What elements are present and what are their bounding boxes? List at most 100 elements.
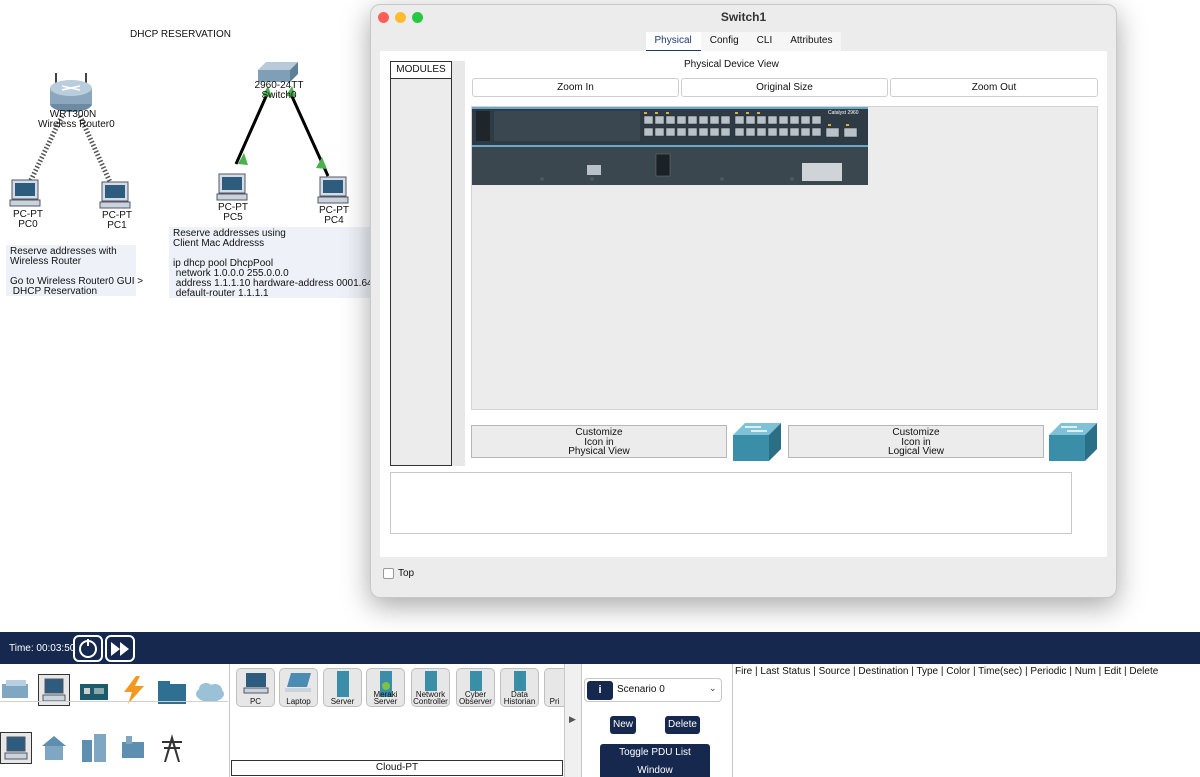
multiuser-icon[interactable] (194, 676, 226, 708)
fast-forward-button[interactable] (105, 635, 135, 662)
device-meraki-label: Meraki Server (373, 690, 398, 706)
switch-chassis-image (472, 107, 868, 185)
switch-label: 2960-24TT Switch0 (244, 81, 314, 101)
col-source[interactable]: Source (819, 666, 851, 677)
window-title: Switch1 (720, 10, 767, 24)
tab-cli[interactable]: CLI (747, 32, 782, 53)
chevron-right-icon: ▶ (569, 714, 576, 724)
switch-icon[interactable] (731, 421, 783, 465)
device-network-controller[interactable]: Network Controller (411, 668, 450, 707)
pc4-label: PC-PT PC4 (312, 206, 356, 226)
miscellaneous-icon[interactable] (156, 676, 188, 708)
col-delete[interactable]: Delete (1129, 666, 1158, 677)
server-icon (337, 671, 349, 697)
col-color[interactable]: Color (946, 666, 970, 677)
module-description-box (390, 472, 1072, 534)
device-cyber-observer[interactable]: Cyber Observer (456, 668, 495, 707)
modules-header: MODULES (391, 62, 451, 79)
pc0-name: PC0 (18, 219, 38, 230)
time-display: Time: 00:03:50 (9, 643, 76, 654)
zoom-out-button[interactable]: Zoom Out (890, 78, 1098, 97)
tab-physical[interactable]: Physical (645, 32, 701, 53)
network-controller-icon (425, 671, 437, 691)
pc0-label: PC-PT PC0 (6, 210, 50, 230)
data-historian-icon (514, 671, 526, 691)
power-grid-icon[interactable] (156, 732, 188, 764)
scenario-select[interactable]: i Scenario 0 ⌄ (584, 678, 722, 702)
info-icon[interactable]: i (587, 681, 613, 700)
router-label: WRT300N Wireless Router0 (38, 110, 115, 130)
delete-scenario-button[interactable]: Delete (665, 716, 700, 734)
device-laptop[interactable]: Laptop (279, 668, 318, 707)
tray-collapse-handle[interactable]: ▶ (564, 664, 582, 777)
device-network-controller-label: Network Controller (413, 690, 448, 706)
tray-divider (0, 701, 228, 702)
tab-attributes[interactable]: Attributes (781, 32, 842, 53)
new-scenario-button[interactable]: New (610, 716, 636, 734)
device-meraki-server[interactable]: Meraki Server (366, 668, 405, 707)
switch-icon[interactable] (258, 62, 298, 82)
original-size-button[interactable]: Original Size (681, 78, 888, 97)
laptop-icon (285, 673, 311, 692)
modules-scrollbar[interactable] (452, 61, 465, 466)
col-num[interactable]: Num (1075, 666, 1096, 677)
col-time[interactable]: Time(sec) (978, 666, 1022, 677)
industrial-icon[interactable] (118, 732, 150, 764)
note-wireless-reservation[interactable]: Reserve addresses with Wireless Router G… (6, 245, 143, 297)
pc-icon[interactable] (317, 176, 349, 204)
pc5-label: PC-PT PC5 (211, 203, 255, 223)
device-server-label: Server (330, 697, 355, 706)
col-fire[interactable]: Fire (735, 666, 752, 677)
components-icon[interactable] (78, 676, 110, 708)
top-checkbox[interactable] (383, 568, 394, 579)
physical-view-title: Physical Device View (684, 59, 779, 70)
device-laptop-label: Laptop (286, 697, 311, 706)
switch-icon[interactable] (1047, 421, 1099, 465)
power-cycle-button[interactable] (73, 635, 103, 662)
cyber-observer-icon (470, 671, 482, 691)
router-icon[interactable] (50, 73, 92, 112)
device-data-historian[interactable]: Data Historian (500, 668, 539, 707)
device-data-historian-label: Data Historian (503, 690, 536, 706)
pc-category-icon[interactable] (0, 732, 32, 764)
pc-icon[interactable] (99, 181, 131, 209)
device-pc-label: PC (249, 697, 262, 706)
toggle-pdu-button[interactable]: Toggle PDU List Window (600, 744, 710, 777)
physical-device-view[interactable]: Catalyst 2960 (471, 106, 1098, 410)
physical-panel: MODULES Physical Device View Zoom In Ori… (380, 51, 1107, 557)
pc4-name: PC4 (324, 215, 344, 226)
pc1-name: PC1 (107, 220, 127, 231)
col-edit[interactable]: Edit (1104, 666, 1121, 677)
col-last-status[interactable]: Last Status (760, 666, 810, 677)
col-destination[interactable]: Destination (858, 666, 908, 677)
col-periodic[interactable]: Periodic (1030, 666, 1066, 677)
simulation-timebar: Time: 00:03:50 (0, 632, 1200, 664)
device-pc[interactable]: PC (236, 668, 275, 707)
window-titlebar[interactable]: Switch1 (371, 5, 1116, 29)
col-type[interactable]: Type (916, 666, 938, 677)
smart-city-icon[interactable] (78, 732, 110, 764)
pdu-table-header: Fire | Last Status | Source | Destinatio… (735, 666, 1159, 677)
customize-logical-button[interactable]: Customize Icon in Logical View (788, 425, 1044, 458)
chevron-down-icon: ⌄ (709, 683, 717, 693)
tray-separator (229, 664, 230, 777)
device-tray: PC Laptop Server Meraki Server Network C… (0, 664, 1200, 777)
fast-forward-icon (111, 642, 129, 656)
top-checkbox-label: Top (398, 568, 415, 579)
home-icon[interactable] (38, 732, 70, 764)
device-server[interactable]: Server (323, 668, 362, 707)
tab-config[interactable]: Config (700, 32, 748, 53)
customize-physical-button[interactable]: Customize Icon in Physical View (471, 425, 727, 458)
pc-icon[interactable] (9, 179, 41, 207)
note-dhcp-pool[interactable]: Reserve addresses using Client Mac Addre… (169, 227, 386, 299)
pc-icon[interactable] (216, 173, 248, 201)
pc5-name: PC5 (223, 212, 243, 223)
router-name: Wireless Router0 (38, 119, 115, 130)
device-printer[interactable]: Pri (544, 668, 564, 707)
modules-list[interactable]: MODULES (390, 61, 452, 466)
switch-name: Switch0 (261, 90, 297, 101)
switch-panel-label: Catalyst 2960 (828, 110, 859, 116)
device-window[interactable]: Switch1 Physical Config CLI Attributes M… (370, 4, 1117, 598)
link-light-icon (316, 157, 327, 169)
zoom-in-button[interactable]: Zoom In (472, 78, 679, 97)
